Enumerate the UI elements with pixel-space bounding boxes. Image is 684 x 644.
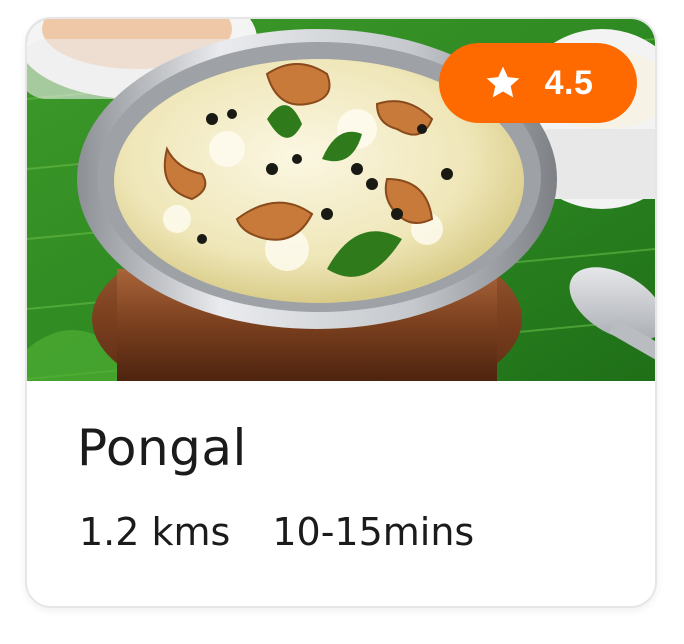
star-icon xyxy=(486,66,519,98)
food-image: 4.5 xyxy=(27,19,655,381)
card-info: Pongal 1.2 kms 10-15mins xyxy=(27,381,655,606)
distance-text: 1.2 kms xyxy=(79,510,231,554)
delivery-time-text: 10-15mins xyxy=(272,510,475,554)
rating-value: 4.5 xyxy=(544,63,594,102)
card-meta: 1.2 kms 10-15mins xyxy=(79,513,474,551)
rating-badge: 4.5 xyxy=(439,43,637,123)
food-card[interactable]: 4.5 Pongal 1.2 kms 10-15mins xyxy=(25,17,657,608)
dish-name[interactable]: Pongal xyxy=(77,423,247,473)
